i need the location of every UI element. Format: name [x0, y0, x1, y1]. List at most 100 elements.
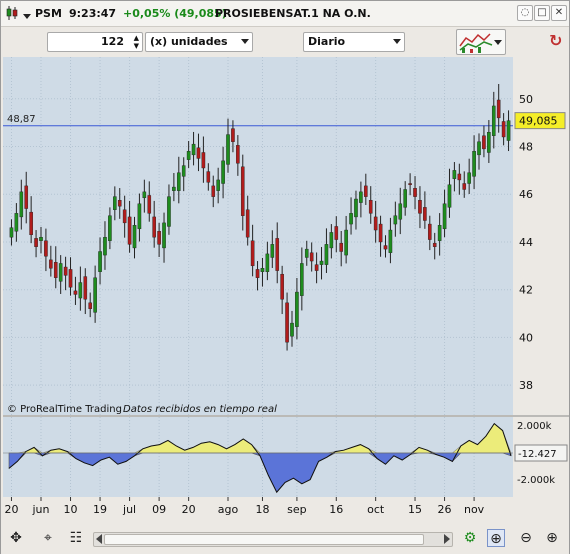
- bottom-toolbar: ✥ ⌖ ☷ ⚙ ⊕ ⊖ ⊕: [1, 523, 569, 554]
- candlestick-icon: [5, 5, 19, 24]
- candle-body: [117, 200, 122, 207]
- list-icon[interactable]: ☷: [67, 529, 85, 547]
- chart-style-button[interactable]: [456, 29, 506, 55]
- y-tick-label: 44: [519, 236, 533, 249]
- x-tick-label: 10: [64, 503, 78, 516]
- candle-body: [329, 232, 334, 249]
- candle-body: [78, 282, 83, 299]
- x-tick-label: nov: [464, 503, 485, 516]
- candle-body: [506, 120, 511, 141]
- pin-button[interactable]: ◌: [517, 5, 533, 21]
- candle-body: [181, 165, 186, 177]
- candle-body: [501, 121, 506, 138]
- refresh-button[interactable]: ↻: [549, 31, 567, 53]
- candle-body: [167, 196, 171, 227]
- candle-body: [63, 266, 68, 276]
- scroll-right-icon[interactable]: [444, 534, 450, 544]
- candle-body: [260, 268, 265, 272]
- chevron-down-icon: [241, 39, 249, 44]
- candle-body: [364, 185, 368, 197]
- candle-body: [152, 216, 156, 238]
- candle-body: [339, 242, 344, 252]
- candle-body: [265, 253, 270, 272]
- x-tick-label: jul: [122, 503, 136, 516]
- stepper-arrows-icon[interactable]: ▲ ▼: [134, 34, 139, 50]
- y-tick-label: 40: [519, 331, 533, 344]
- restore-icon: □: [537, 7, 547, 18]
- candle-body: [186, 151, 191, 160]
- chart-panel[interactable]: 38 40 42 44 46 48 50 20 jun 10 19 jul 09 20 ago 18 sep 16…: [3, 57, 569, 523]
- candle-body: [172, 186, 176, 191]
- candle-body: [73, 290, 78, 295]
- zoom-in-icon[interactable]: ⊕: [543, 529, 561, 547]
- copyright-label: © ProRealTime Trading: [7, 404, 122, 415]
- candle-body: [201, 152, 206, 169]
- candle-body: [467, 172, 471, 184]
- title-bar: PSM 9:23:47 +0,05% (49,085) PROSIEBENSAT…: [1, 1, 569, 27]
- units-select[interactable]: (x) unidades: [145, 32, 253, 52]
- candle-body: [413, 188, 417, 197]
- candle-body: [44, 240, 48, 257]
- close-button[interactable]: ✕: [551, 5, 567, 21]
- candle-body: [290, 322, 294, 337]
- instrument-name: PROSIEBENSAT.1 NA O.N.: [215, 7, 371, 20]
- candle-body: [53, 262, 58, 278]
- candle-body: [427, 223, 432, 240]
- candle-body: [280, 273, 284, 300]
- candle-body: [403, 189, 407, 208]
- price-pane: [3, 57, 513, 415]
- price-chart[interactable]: 38 40 42 44 46 48 50 20 jun 10 19 jul 09 20 ago 18 sep 16…: [3, 57, 569, 523]
- horizontal-scrollbar[interactable]: [93, 532, 453, 547]
- cursor-icon[interactable]: ⌖: [39, 529, 57, 547]
- candle-body: [240, 166, 245, 216]
- x-tick-label: 18: [255, 503, 269, 516]
- candle-body: [191, 143, 196, 156]
- data-status-label: Datos recibidos en tiempo real: [123, 404, 277, 415]
- candle-body: [147, 195, 152, 214]
- period-select[interactable]: Diario: [303, 32, 405, 52]
- trading-window: PSM 9:23:47 +0,05% (49,085) PROSIEBENSAT…: [0, 0, 570, 554]
- candle-body: [14, 213, 19, 232]
- candle-body: [98, 251, 102, 272]
- ticker-label: PSM: [35, 7, 62, 20]
- candle-body: [9, 227, 14, 238]
- close-icon: ✕: [554, 7, 564, 18]
- x-tick-label: 26: [438, 503, 452, 516]
- candle-body: [122, 209, 127, 224]
- volume-value-label: -12.427: [518, 449, 557, 460]
- zoom-out-icon[interactable]: ⊖: [517, 529, 535, 547]
- candle-body: [24, 185, 29, 209]
- candle-body: [250, 240, 255, 267]
- x-tick-label: jun: [31, 503, 49, 516]
- candle-body: [285, 302, 289, 343]
- candle-body: [477, 141, 481, 156]
- candle-body: [408, 183, 412, 185]
- move-icon[interactable]: ✥: [7, 529, 25, 547]
- candle-body: [359, 191, 363, 203]
- y-tick-label: 42: [519, 284, 533, 297]
- dropdown-arrow-icon[interactable]: [23, 10, 31, 23]
- candle-body: [354, 198, 358, 218]
- y-tick-label: 46: [519, 188, 533, 201]
- candle-body: [108, 215, 112, 241]
- scrollbar-thumb[interactable]: [104, 534, 424, 545]
- candle-body: [334, 226, 339, 240]
- candle-body: [373, 216, 378, 231]
- restore-button[interactable]: □: [534, 5, 550, 21]
- units-value: (x) unidades: [150, 35, 228, 48]
- chart-settings-icon[interactable]: ⚙: [461, 529, 479, 547]
- scroll-left-icon[interactable]: [96, 534, 102, 544]
- candle-body: [457, 173, 462, 181]
- x-tick-label: sep: [287, 503, 306, 516]
- quantity-stepper[interactable]: 122 ▲ ▼: [47, 32, 143, 52]
- candle-body: [295, 291, 299, 327]
- candle-body: [34, 238, 38, 247]
- candle-body: [393, 215, 398, 225]
- candle-body: [432, 242, 437, 247]
- candle-body: [221, 160, 225, 184]
- candle-body: [142, 191, 147, 199]
- x-tick-label: ago: [218, 503, 239, 516]
- candle-body: [472, 151, 476, 177]
- refresh-icon: ↻: [549, 31, 563, 50]
- zoom-area-icon[interactable]: ⊕: [487, 529, 505, 547]
